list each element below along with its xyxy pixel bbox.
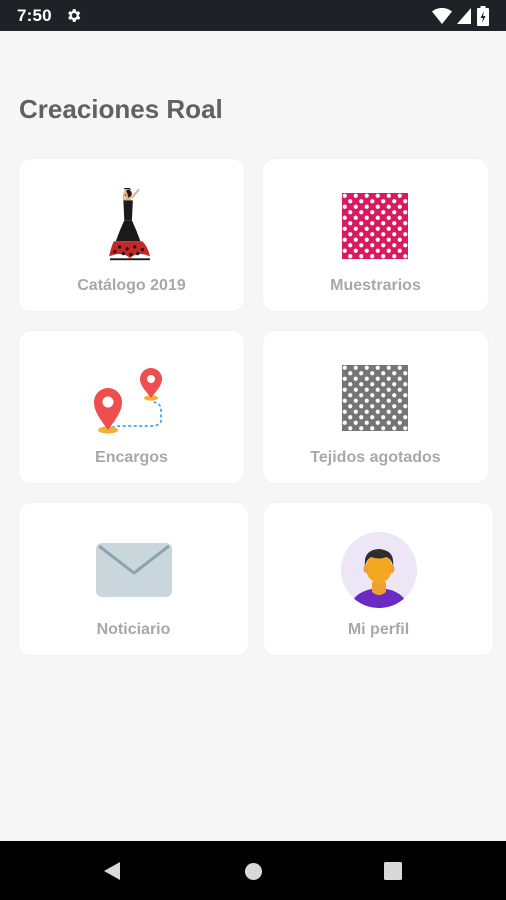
pink-polka-dot-fabric-icon <box>342 193 408 259</box>
tile-mi-perfil[interactable]: Mi perfil <box>264 503 493 655</box>
user-avatar-icon <box>341 532 417 608</box>
map-route-pins-icon <box>94 368 162 434</box>
battery-icon <box>477 6 489 26</box>
tile-label-muestrarios: Muestrarios <box>330 277 421 294</box>
tile-label-tejidos-agotados: Tejidos agotados <box>310 449 441 466</box>
grey-polka-dot-fabric-icon <box>342 365 408 431</box>
navigation-bar <box>0 841 506 900</box>
status-bar: 7:50 <box>0 0 506 31</box>
tile-label-mi-perfil: Mi perfil <box>347 621 410 638</box>
cell-signal-icon <box>457 8 471 24</box>
status-time: 7:50 <box>17 6 52 25</box>
settings-gear-icon <box>68 9 81 22</box>
tile-label-encargos: Encargos <box>95 449 168 466</box>
flamenco-dancer-icon <box>109 188 150 261</box>
tile-tejidos-agotados[interactable]: Tejidos agotados <box>263 331 488 483</box>
envelope-icon <box>96 543 172 597</box>
tile-noticiario[interactable]: Noticiario <box>19 503 248 655</box>
tile-catalogo[interactable]: Catálogo 2019 <box>19 159 244 311</box>
home-icon[interactable] <box>244 862 263 881</box>
tile-muestrarios[interactable]: Muestrarios <box>263 159 488 311</box>
tile-label-catalogo: Catálogo 2019 <box>77 277 186 294</box>
tile-encargos[interactable]: Encargos <box>19 331 244 483</box>
page-title: Creaciones Roal <box>19 94 223 124</box>
wifi-icon <box>432 8 452 24</box>
recents-icon[interactable] <box>384 862 402 880</box>
back-icon[interactable] <box>102 861 122 881</box>
tile-label-noticiario: Noticiario <box>96 621 171 638</box>
